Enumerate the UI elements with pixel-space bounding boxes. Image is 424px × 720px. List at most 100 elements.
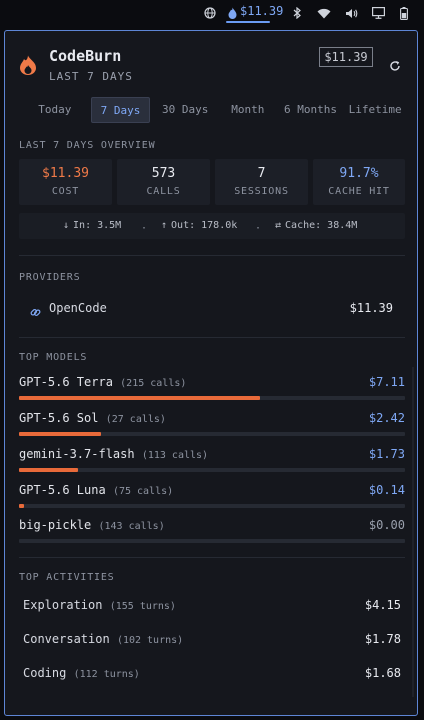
wifi-icon[interactable] xyxy=(316,5,332,21)
stat-cache-hit-label: CACHE HIT xyxy=(328,186,390,197)
model-row[interactable]: big-pickle (143 calls) $0.00 xyxy=(19,518,405,552)
model-share-bar xyxy=(19,396,260,400)
stat-sessions-value: 7 xyxy=(257,166,266,181)
model-name-line: big-pickle (143 calls) xyxy=(19,518,165,532)
model-cost: $0.00 xyxy=(368,518,405,532)
model-calls: (143 calls) xyxy=(98,521,165,532)
battery-icon[interactable] xyxy=(398,5,410,21)
tab-lifetime[interactable]: Lifetime xyxy=(345,97,405,121)
menubar-active-indicator xyxy=(226,21,270,23)
link-icon xyxy=(30,303,41,322)
tab-month[interactable]: Month xyxy=(220,97,276,121)
model-name: gemini-3.7-flash xyxy=(19,447,135,461)
activity-name: Conversation xyxy=(23,632,110,646)
model-cost: $1.73 xyxy=(368,447,405,461)
period-subtitle: LAST 7 DAYS xyxy=(49,70,133,83)
volume-icon[interactable] xyxy=(344,5,358,21)
providers-heading: PROVIDERS xyxy=(19,272,81,283)
model-cost: $2.42 xyxy=(368,411,405,425)
cache-arrows-icon: ⇄ xyxy=(275,220,282,231)
model-row[interactable]: gemini-3.7-flash (113 calls) $1.73 xyxy=(19,447,405,481)
provider-cost: $11.39 xyxy=(349,301,393,315)
model-share-track xyxy=(19,539,405,543)
top-activities-heading: TOP ACTIVITIES xyxy=(19,572,115,583)
activity-row[interactable]: Exploration (155 turns) $4.15 xyxy=(23,598,401,618)
scrollbar[interactable] xyxy=(412,367,414,697)
bluetooth-icon[interactable] xyxy=(290,5,304,21)
tokens-in-text: In: 3.5M xyxy=(73,220,122,231)
activity-cost: $1.78 xyxy=(364,632,401,646)
display-icon[interactable] xyxy=(370,5,386,21)
tokens-out-text: Out: 178.0k xyxy=(171,220,238,231)
stat-cost-value: $11.39 xyxy=(42,166,89,181)
total-cost-badge: $11.39 xyxy=(319,47,373,67)
arrow-down-icon: ↓ xyxy=(63,220,70,231)
model-name: GPT-5.6 Terra xyxy=(19,375,113,389)
model-share-track xyxy=(19,504,405,508)
divider xyxy=(19,255,405,256)
activity-cost: $1.68 xyxy=(364,666,401,680)
separator-dot: · xyxy=(141,223,148,234)
codeburn-panel: CodeBurn LAST 7 DAYS $11.39 Today 7 Days… xyxy=(4,30,418,716)
divider xyxy=(19,337,405,338)
provider-name[interactable]: OpenCode xyxy=(49,301,107,315)
model-calls: (27 calls) xyxy=(105,414,166,425)
codeburn-flame-logo xyxy=(19,55,37,79)
activity-cost: $4.15 xyxy=(364,598,401,612)
overview-heading: LAST 7 DAYS OVERVIEW xyxy=(19,140,156,151)
flame-icon[interactable] xyxy=(226,5,238,21)
divider xyxy=(19,557,405,558)
stat-cost-label: COST xyxy=(51,186,80,197)
activity-name: Coding xyxy=(23,666,67,680)
menubar-cost[interactable]: $11.39 xyxy=(240,4,283,18)
model-row[interactable]: GPT-5.6 Luna (75 calls) $0.14 xyxy=(19,483,405,517)
model-share-bar xyxy=(19,504,24,508)
model-calls: (75 calls) xyxy=(112,486,174,497)
activity-name-line: Exploration (155 turns) xyxy=(23,598,176,612)
arrow-up-icon: ↑ xyxy=(161,220,168,231)
top-models-heading: TOP MODELS xyxy=(19,352,88,363)
token-summary: ↓ In: 3.5M · ↑ Out: 178.0k · ⇄ Cache: 38… xyxy=(19,213,405,239)
model-name-line: gemini-3.7-flash (113 calls) xyxy=(19,447,208,461)
refresh-icon[interactable] xyxy=(389,57,401,76)
activity-row[interactable]: Coding (112 turns) $1.68 xyxy=(23,666,401,686)
stat-calls-value: 573 xyxy=(151,166,176,181)
stat-calls: 573 CALLS xyxy=(117,159,210,205)
model-share-bar xyxy=(19,468,78,472)
model-calls: (215 calls) xyxy=(120,378,187,389)
activity-turns: (155 turns) xyxy=(109,601,176,612)
model-row[interactable]: GPT-5.6 Sol (27 calls) $2.42 xyxy=(19,411,405,445)
system-menu-bar: $11.39 xyxy=(0,0,424,26)
tokens-cache: ⇄ Cache: 38.4M xyxy=(275,220,357,231)
stat-cache-hit: 91.7% CACHE HIT xyxy=(313,159,405,205)
model-share-bar xyxy=(19,432,101,436)
model-name-line: GPT-5.6 Luna (75 calls) xyxy=(19,483,173,497)
tab-today[interactable]: Today xyxy=(19,97,91,121)
stat-sessions-label: SESSIONS xyxy=(234,186,289,197)
model-cost: $7.11 xyxy=(368,375,405,389)
model-share-track xyxy=(19,468,405,472)
model-name-line: GPT-5.6 Terra (215 calls) xyxy=(19,375,186,389)
separator-dot: · xyxy=(255,223,262,234)
model-name: GPT-5.6 Luna xyxy=(19,483,106,497)
model-cost: $0.14 xyxy=(368,483,405,497)
stat-calls-label: CALLS xyxy=(146,186,181,197)
tokens-out: ↑ Out: 178.0k xyxy=(161,220,237,231)
tab-6-months[interactable]: 6 Months xyxy=(276,97,346,121)
globe-icon[interactable] xyxy=(202,5,218,21)
stat-cost: $11.39 COST xyxy=(19,159,112,205)
activity-turns: (112 turns) xyxy=(73,669,140,680)
model-name: big-pickle xyxy=(19,518,92,532)
activity-row[interactable]: Conversation (102 turns) $1.78 xyxy=(23,632,401,652)
activity-name-line: Coding (112 turns) xyxy=(23,666,140,680)
stat-cache-hit-value: 91.7% xyxy=(339,166,379,181)
model-name: GPT-5.6 Sol xyxy=(19,411,99,425)
model-calls: (113 calls) xyxy=(141,450,209,461)
tokens-in: ↓ In: 3.5M xyxy=(63,220,121,231)
tab-7-days[interactable]: 7 Days xyxy=(90,97,151,123)
activity-turns: (102 turns) xyxy=(116,635,184,646)
app-title: CodeBurn xyxy=(49,47,122,65)
model-row[interactable]: GPT-5.6 Terra (215 calls) $7.11 xyxy=(19,375,405,409)
tab-30-days[interactable]: 30 Days xyxy=(150,97,220,121)
tokens-cache-text: Cache: 38.4M xyxy=(285,220,358,231)
